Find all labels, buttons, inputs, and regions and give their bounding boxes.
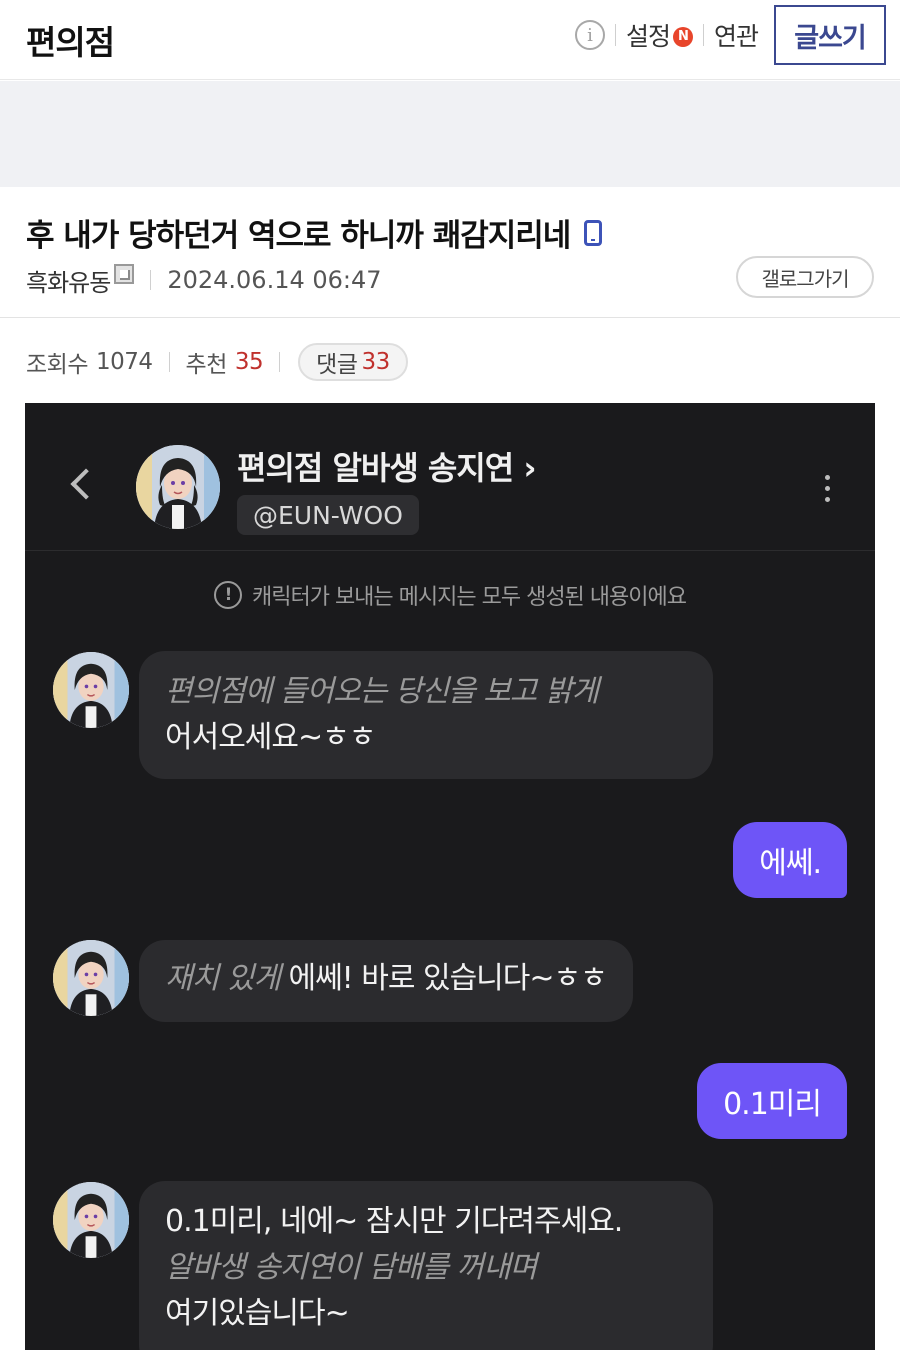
views-label: 조회수 [26, 352, 88, 378]
settings-label: 설정 [625, 22, 671, 51]
top-actions: i 설정 N 연관 글쓰기 [574, 4, 886, 66]
divider [702, 24, 704, 46]
divider [168, 352, 170, 372]
author-name[interactable]: 흑화유동 [26, 263, 111, 298]
write-button[interactable]: 글쓰기 [774, 5, 886, 65]
author-row: 흑화유동 2024.06.14 06:47 [26, 262, 382, 298]
message-avatar [53, 940, 129, 1016]
comments-button[interactable]: 댓글 33 [298, 343, 408, 381]
embedded-chat-image: 편의점 알바생 송지연 › @EUN-WOO ! 캐릭터가 보내는 메시지는 모… [25, 403, 875, 1350]
post-stats: 조회수 1074 추천 35 댓글 33 [26, 342, 408, 382]
notice-text: 캐릭터가 보내는 메시지는 모두 생성된 내용이에요 [251, 585, 687, 610]
character-name[interactable]: 편의점 알바생 송지연 › [237, 443, 537, 489]
divider [279, 352, 281, 372]
back-chevron-icon[interactable] [70, 468, 102, 500]
message-text: 에쎄! 바로 있습니다~ㅎㅎ [288, 961, 607, 996]
post-title-text: 후 내가 당하던거 역으로 하니까 쾌감지리네 [26, 218, 571, 254]
new-badge-icon: N [672, 26, 693, 47]
user-message: 에쎄. [733, 822, 847, 898]
character-message: 0.1미리, 네에~ 잠시만 기다려주세요. 알바생 송지연이 담배를 꺼내며 … [139, 1181, 713, 1350]
chat-header: 편의점 알바생 송지연 › @EUN-WOO [25, 403, 875, 551]
generated-content-notice: ! 캐릭터가 보내는 메시지는 모두 생성된 내용이에요 [25, 579, 875, 611]
settings-link[interactable]: 설정 N [626, 17, 693, 53]
divider [614, 24, 616, 46]
character-message: 재치 있게 에쎄! 바로 있습니다~ㅎㅎ [139, 940, 633, 1022]
message-text-2: 여기있습니다~ [165, 1296, 350, 1331]
divider [150, 270, 152, 290]
divider [0, 317, 900, 318]
recommend-label: 추천 [185, 352, 228, 378]
character-avatar[interactable] [136, 445, 220, 529]
message-action: 재치 있게 [165, 961, 281, 996]
character-message: 편의점에 들어오는 당신을 보고 밝게 어서오세요~ㅎㅎ [139, 651, 713, 779]
avatar-illustration [53, 940, 129, 1016]
message-text: 0.1미리, 네에~ 잠시만 기다려주세요. [165, 1204, 623, 1239]
message-avatar [53, 1182, 129, 1258]
info-icon[interactable]: i [574, 20, 605, 50]
user-message: 0.1미리 [697, 1063, 847, 1139]
message-action: 알바생 송지연이 담배를 꺼내며 [165, 1250, 537, 1285]
avatar-illustration [53, 652, 129, 728]
views-count: 1074 [95, 349, 153, 375]
post-date: 2024.06.14 06:47 [167, 266, 382, 294]
comments-label: 댓글 [316, 352, 358, 378]
message-action: 편의점에 들어오는 당신을 보고 밝게 [165, 674, 599, 709]
recommend-count: 35 [234, 349, 264, 375]
post-title: 후 내가 당하던거 역으로 하니까 쾌감지리네 [26, 210, 603, 255]
top-bar: 편의점 i 설정 N 연관 글쓰기 [0, 0, 900, 80]
fixed-nick-icon [114, 264, 135, 284]
gallery-title[interactable]: 편의점 [26, 16, 115, 64]
related-link[interactable]: 연관 [714, 17, 759, 53]
avatar-illustration [53, 1182, 129, 1258]
message-avatar [53, 652, 129, 728]
message-text: 어서오세요~ㅎㅎ [165, 720, 376, 755]
gallog-button[interactable]: 갤로그가기 [736, 256, 874, 298]
character-handle: @EUN-WOO [237, 495, 419, 535]
notice-icon: ! [213, 581, 242, 609]
mobile-post-icon [584, 219, 603, 246]
ad-banner-area [0, 81, 900, 187]
avatar-illustration [136, 445, 220, 529]
more-vertical-icon[interactable] [825, 475, 831, 503]
comments-count: 33 [361, 349, 390, 375]
